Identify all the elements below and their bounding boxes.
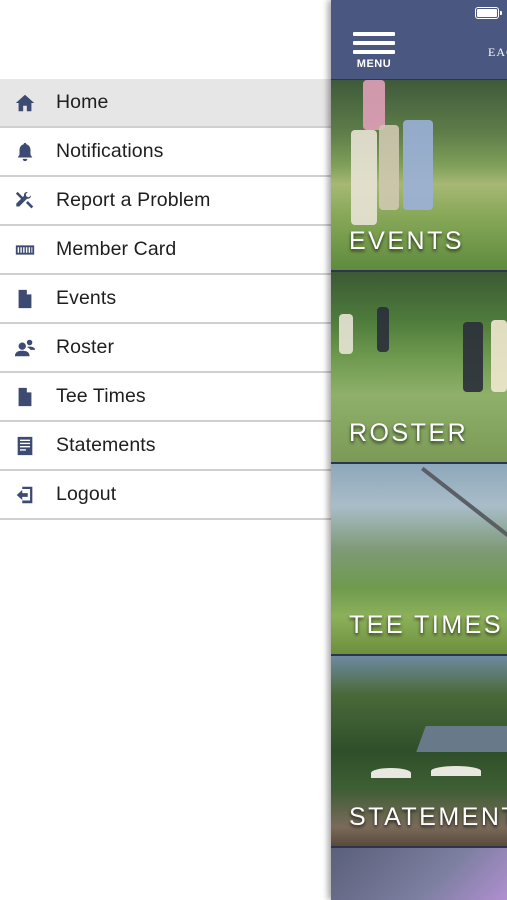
battery-icon: [475, 7, 502, 19]
golfer-figure: [351, 130, 377, 225]
golf-club-shaft: [421, 466, 507, 575]
hamburger-icon: [353, 32, 395, 36]
top-bar: MENU EAG: [331, 0, 507, 79]
drawer-item-label: Logout: [56, 483, 117, 505]
document-icon: [13, 287, 37, 311]
drawer-item-label: Statements: [56, 434, 156, 456]
brand-title: EAG: [488, 45, 507, 59]
tile-statements[interactable]: STATEMENTS: [331, 656, 507, 846]
tools-icon: [13, 189, 37, 213]
drawer-item-member-card[interactable]: Member Card: [0, 226, 331, 275]
golfer-figure: [491, 320, 507, 392]
drawer-item-tee-times[interactable]: Tee Times: [0, 373, 331, 422]
tile-tee-times[interactable]: TEE TIMES: [331, 464, 507, 654]
menu-label: MENU: [356, 58, 392, 70]
hamburger-bar: [353, 41, 395, 45]
main-content: MENU EAG EVENTS ROSTER TEE TIMES STATEME…: [331, 0, 507, 900]
people-icon: [13, 336, 37, 360]
patio-umbrella: [431, 766, 481, 776]
drawer-item-label: Events: [56, 287, 117, 309]
card-icon: [13, 238, 37, 262]
clubhouse-roof: [416, 726, 507, 752]
drawer-item-label: Home: [56, 91, 109, 113]
tile-events[interactable]: EVENTS: [331, 80, 507, 270]
hamburger-bar: [353, 50, 395, 54]
tile-label: EVENTS: [349, 227, 465, 255]
drawer-item-logout[interactable]: Logout: [0, 471, 331, 520]
patio-umbrella: [371, 768, 411, 778]
tile-label: TEE TIMES: [349, 611, 504, 639]
golfer-figure: [463, 322, 483, 392]
golfer-figure: [363, 80, 385, 130]
document-icon: [13, 385, 37, 409]
drawer-item-report-problem[interactable]: Report a Problem: [0, 177, 331, 226]
menu-button[interactable]: MENU: [353, 32, 395, 70]
drawer-item-notifications[interactable]: Notifications: [0, 128, 331, 177]
drawer-item-events[interactable]: Events: [0, 275, 331, 324]
bell-icon: [13, 140, 37, 164]
drawer-item-label: Roster: [56, 336, 115, 358]
golfer-figure: [403, 120, 433, 210]
drawer-item-label: Tee Times: [56, 385, 146, 407]
golfer-figure: [377, 307, 389, 352]
statement-icon: [13, 434, 37, 458]
tile-next[interactable]: [331, 848, 507, 900]
drawer-item-label: Notifications: [56, 140, 164, 162]
drawer-item-home[interactable]: Home: [0, 79, 331, 128]
logout-icon: [13, 483, 37, 507]
drawer-menu: Home Notifications Report a Problem Memb…: [0, 79, 331, 520]
tile-roster[interactable]: ROSTER: [331, 272, 507, 462]
tile-label: STATEMENTS: [349, 803, 507, 831]
side-drawer: Home Notifications Report a Problem Memb…: [0, 0, 331, 900]
drawer-item-roster[interactable]: Roster: [0, 324, 331, 373]
drawer-item-label: Member Card: [56, 238, 177, 260]
golfer-figure: [339, 314, 353, 354]
golfer-figure: [379, 125, 399, 210]
tile-label: ROSTER: [349, 419, 469, 447]
home-icon: [13, 91, 37, 115]
drawer-item-label: Report a Problem: [56, 189, 211, 211]
drawer-item-statements[interactable]: Statements: [0, 422, 331, 471]
